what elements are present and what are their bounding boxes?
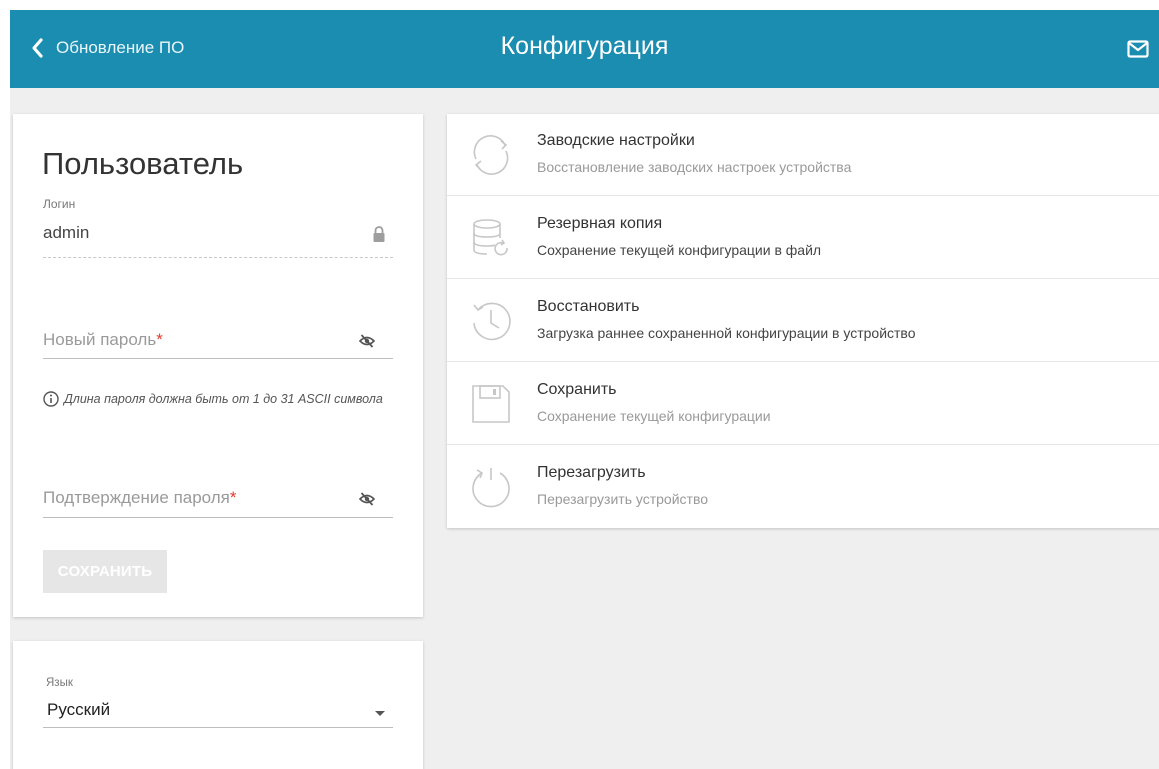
config-item-desc: Сохранение текущей конфигурации в файл	[537, 242, 822, 258]
config-item-title: Сохранить	[537, 381, 617, 398]
user-card-title: Пользователь	[42, 146, 244, 181]
language-underline	[43, 727, 393, 728]
new-password-placeholder: Новый пароль*	[43, 330, 163, 349]
password-hint: Длина пароля должна быть от 1 до 31 ASCI…	[43, 388, 398, 410]
save-password-button[interactable]: СОХРАНИТЬ	[43, 550, 167, 593]
dropdown-arrow-icon	[375, 711, 385, 716]
app-frame: Обновление ПО Конфигурация Пользователь …	[10, 10, 1159, 769]
config-item-desc: Загрузка раннее сохраненной конфигурации…	[537, 325, 916, 341]
restore-icon	[473, 302, 511, 341]
reset-icon	[473, 135, 509, 175]
config-item-backup[interactable]: Резервная копия Сохранение текущей конфи…	[447, 197, 1159, 279]
eye-off-icon[interactable]	[359, 492, 375, 506]
new-password-underline	[43, 358, 393, 359]
language-card: Язык Русский	[13, 641, 423, 769]
login-value: admin	[43, 223, 90, 242]
config-item-restore[interactable]: Восстановить Загрузка раннее сохраненной…	[447, 280, 1159, 362]
confirm-password-placeholder: Подтверждение пароля*	[43, 488, 237, 507]
language-label: Язык	[46, 677, 73, 689]
config-card: Заводские настройки Восстановление завод…	[447, 114, 1159, 528]
page-title: Конфигурация	[500, 32, 669, 60]
confirm-password-underline	[43, 517, 393, 518]
user-card: Пользователь Логин admin Новый пароль* Д…	[13, 114, 423, 617]
login-label: Логин	[43, 197, 76, 211]
config-item-title: Восстановить	[537, 298, 640, 315]
login-underline	[43, 257, 393, 258]
config-item-title: Резервная копия	[537, 215, 663, 232]
top-bar: Обновление ПО Конфигурация	[10, 10, 1159, 88]
info-icon	[43, 391, 59, 407]
backup-icon	[473, 219, 508, 256]
lock-icon	[373, 226, 385, 242]
config-item-desc: Перезагрузить устройство	[537, 491, 709, 507]
config-item-title: Заводские настройки	[537, 132, 695, 149]
mail-icon[interactable]	[1127, 40, 1149, 58]
save-icon	[472, 385, 510, 423]
config-item-desc: Восстановление заводских настроек устрой…	[537, 159, 852, 175]
config-item-desc: Сохранение текущей конфигурации	[537, 408, 771, 424]
config-item-save[interactable]: Сохранить Сохранение текущей конфигураци…	[447, 363, 1159, 445]
reboot-icon	[472, 468, 510, 508]
config-item-reboot[interactable]: Перезагрузить Перезагрузить устройство	[447, 446, 1159, 528]
eye-off-icon[interactable]	[359, 334, 375, 348]
config-item-title: Перезагрузить	[537, 464, 646, 481]
config-item-factory-reset[interactable]: Заводские настройки Восстановление завод…	[447, 114, 1159, 196]
language-value: Русский	[47, 700, 111, 719]
